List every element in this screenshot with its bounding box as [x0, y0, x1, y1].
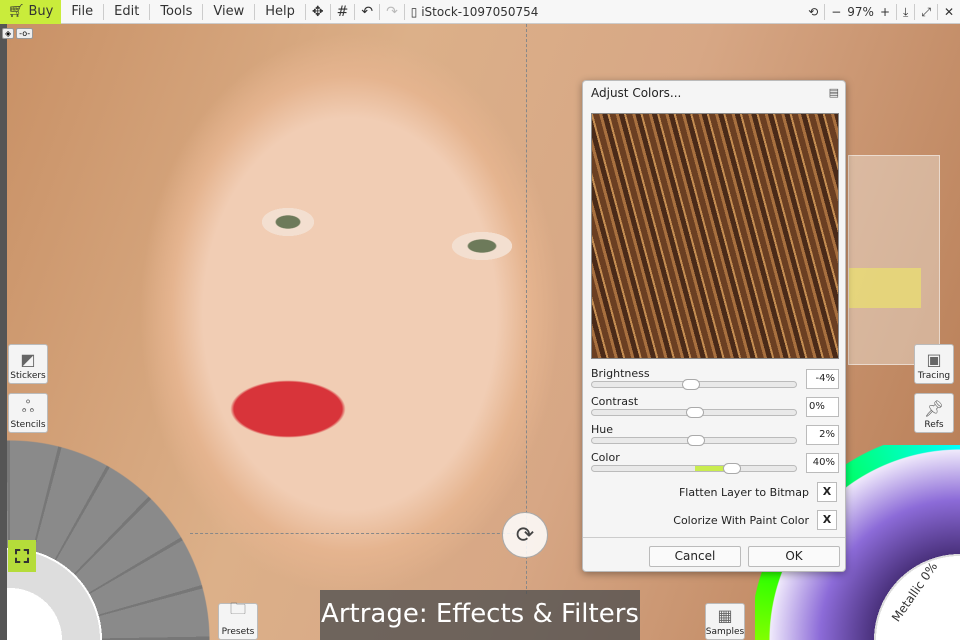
preview-image	[591, 113, 839, 359]
flatten-checkbox[interactable]: X	[817, 482, 837, 502]
menu-view[interactable]: View	[203, 3, 256, 20]
fullscreen-icon[interactable]: ⤢	[914, 3, 937, 20]
slider-thumb[interactable]	[682, 379, 700, 390]
menu-edit[interactable]: Edit	[104, 3, 151, 20]
hue-value[interactable]: 2%	[806, 425, 839, 445]
caption-banner: Artrage: Effects & Filters	[320, 590, 640, 640]
contrast-slider[interactable]	[591, 407, 797, 418]
cancel-button[interactable]: Cancel	[649, 546, 741, 567]
refs-button[interactable]: 📌︎ Refs	[914, 393, 954, 433]
cart-icon: 🛒︎	[8, 4, 25, 19]
zoom-out-button[interactable]: −	[824, 3, 847, 20]
divider	[583, 537, 845, 538]
buy-button[interactable]: 🛒︎ Buy	[0, 0, 62, 24]
grid-icon[interactable]: #	[331, 3, 356, 20]
ok-button[interactable]: OK	[748, 546, 840, 567]
brightness-slider[interactable]	[591, 379, 797, 390]
stencil-icon: ஃ	[21, 397, 35, 416]
rotate-handle[interactable]: ⟳	[502, 512, 548, 558]
colorize-label: Colorize With Paint Color	[673, 514, 809, 527]
presets-button[interactable]: 🗀 Presets	[218, 599, 258, 640]
color-slider[interactable]	[591, 463, 797, 474]
menu-file[interactable]: File	[61, 3, 105, 20]
slider-thumb[interactable]	[686, 407, 704, 418]
slider-icon[interactable]: -o-	[16, 28, 34, 39]
stickers-button[interactable]: ◩ Stickers	[8, 344, 48, 384]
slider-fill	[695, 466, 725, 471]
download-icon[interactable]: ⤓	[896, 3, 914, 20]
zoom-level: 97%	[847, 4, 874, 19]
contrast-value[interactable]: 0%	[806, 397, 839, 417]
undo-icon[interactable]: ↶	[355, 3, 381, 20]
menu-help[interactable]: Help	[255, 3, 306, 20]
folder-icon: 🗀	[229, 599, 246, 618]
dialog-menu-icon[interactable]: ▤	[829, 86, 839, 99]
move-icon[interactable]: ✥	[306, 3, 331, 20]
rotate-canvas-icon[interactable]: ⟲	[802, 4, 824, 20]
tracing-button[interactable]: ▣ Tracing	[914, 344, 954, 384]
zoom-in-button[interactable]: +	[874, 4, 896, 20]
menu-bar: 🛒︎ Buy File Edit Tools View Help ✥ # ↶ ↷ …	[0, 0, 960, 24]
pin-board-icon: 📌︎	[923, 399, 945, 418]
brightness-value[interactable]: -4%	[806, 369, 839, 389]
selected-layer[interactable]	[849, 268, 921, 308]
tool-wheel[interactable]	[7, 440, 210, 640]
dialog-title: Adjust Colors...	[591, 86, 682, 100]
redo-icon[interactable]: ↷	[380, 3, 405, 20]
close-icon[interactable]: ✕	[936, 3, 960, 20]
menu-tools[interactable]: Tools	[150, 3, 204, 20]
flatten-label: Flatten Layer to Bitmap	[678, 486, 809, 499]
layers-panel[interactable]	[848, 155, 940, 365]
guide-vertical	[526, 24, 527, 594]
hue-slider[interactable]	[591, 435, 797, 446]
document-title: ▯ iStock-1097050754	[410, 4, 539, 19]
left-panel-edge[interactable]	[0, 24, 7, 640]
stencils-button[interactable]: ஃ Stencils	[8, 393, 48, 433]
sticker-icon: ◩	[20, 350, 36, 369]
selection-icon	[15, 549, 29, 563]
selection-tool[interactable]	[8, 540, 36, 572]
pin-icon[interactable]: ◈	[2, 28, 15, 39]
color-value[interactable]: 40%	[806, 453, 839, 473]
guide-horizontal	[190, 533, 520, 534]
swatch-grid-icon: ▦	[717, 606, 733, 625]
tracing-icon: ▣	[926, 350, 942, 369]
slider-thumb[interactable]	[723, 463, 741, 474]
adjust-colors-dialog: Adjust Colors... ▤ Brightness -4% Contra…	[582, 80, 846, 572]
canvas-controls: ◈ -o-	[2, 28, 34, 39]
slider-thumb[interactable]	[687, 435, 705, 446]
colorize-checkbox[interactable]: X	[817, 510, 837, 530]
samples-button[interactable]: ▦ Samples	[705, 603, 745, 640]
